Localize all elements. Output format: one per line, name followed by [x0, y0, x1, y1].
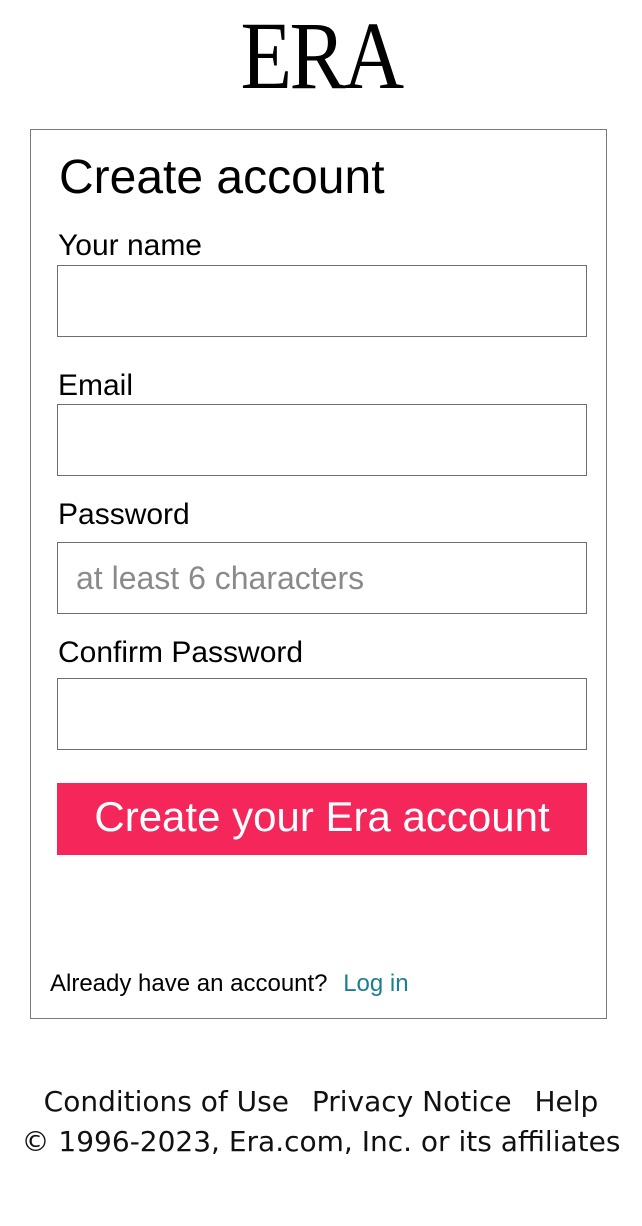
email-input[interactable]	[57, 404, 587, 476]
password-label: Password	[58, 498, 190, 531]
signin-prompt: Already have an account?	[50, 970, 328, 997]
name-label: Your name	[58, 229, 202, 262]
footer-links: Conditions of Use Privacy Notice Help	[0, 1082, 642, 1122]
name-input[interactable]	[57, 265, 587, 337]
conditions-of-use-link[interactable]: Conditions of Use	[44, 1085, 289, 1118]
privacy-notice-link[interactable]: Privacy Notice	[312, 1085, 512, 1118]
form-title: Create account	[59, 151, 385, 204]
password-input[interactable]	[57, 542, 587, 614]
copyright-text: © 1996-2023, Era.com, Inc. or its affili…	[21, 1125, 621, 1158]
confirm-password-label: Confirm Password	[58, 636, 304, 669]
era-logo[interactable]: ERA	[39, 8, 604, 104]
login-link[interactable]: Log in	[343, 970, 408, 997]
confirm-password-input[interactable]	[57, 678, 587, 750]
email-label: Email	[58, 369, 134, 402]
help-link[interactable]: Help	[535, 1085, 599, 1118]
create-account-form: Create account Your name Email Password …	[30, 129, 607, 1019]
signin-row: Already have an account? Log in	[50, 969, 409, 999]
create-account-button[interactable]: Create your Era account	[57, 783, 587, 855]
